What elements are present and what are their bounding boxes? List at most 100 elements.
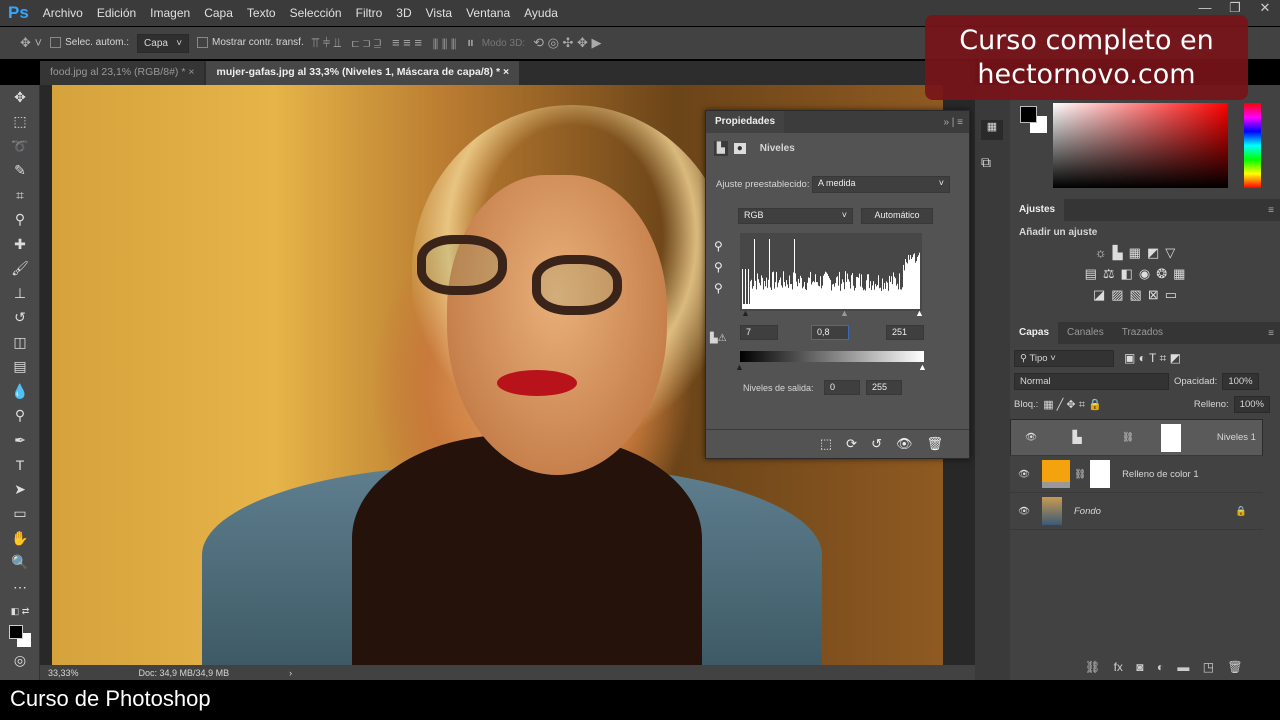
threshold-icon[interactable]: ▧ — [1130, 287, 1142, 303]
close-tab-icon[interactable]: × — [503, 66, 509, 78]
channel-dropdown[interactable]: RGB ˅ — [738, 208, 853, 224]
tab-food[interactable]: food.jpg al 23,1% (RGB/8#) * × — [40, 61, 205, 85]
auto-select-checkbox[interactable]: Selec. autom.: — [50, 37, 129, 49]
layer-mask-thumbnail[interactable] — [1161, 423, 1182, 452]
clip-to-layer-icon[interactable]: ⬚ — [820, 436, 832, 452]
3d-tools-icons[interactable]: ⟲ ◎ ✣ ✥ ▶ — [533, 35, 601, 51]
quick-mask-icon[interactable]: ◎ — [0, 649, 40, 674]
output-black-field[interactable]: 0 — [824, 380, 860, 395]
menu-ayuda[interactable]: Ayuda — [524, 6, 558, 20]
tab-trazados[interactable]: Trazados — [1113, 322, 1172, 344]
menu-archivo[interactable]: Archivo — [43, 6, 83, 20]
posterize-icon[interactable]: ▨ — [1111, 287, 1123, 303]
menu-seleccion[interactable]: Selección — [290, 6, 342, 20]
visibility-eye-icon[interactable]: 👁 — [1010, 506, 1038, 517]
brush-tool-icon[interactable]: 🖌 — [0, 257, 40, 282]
color-balance-icon[interactable]: ⚖ — [1103, 266, 1115, 282]
selective-color-icon[interactable]: ⊠ — [1148, 287, 1159, 303]
eyedropper-icons[interactable]: ⚲ ⚲ ⚲ — [714, 236, 723, 299]
blur-icon[interactable]: 💧 — [0, 379, 40, 404]
stamp-tool-icon[interactable]: ⊥ — [0, 281, 40, 306]
brightness-icon[interactable]: ☼ — [1095, 245, 1107, 261]
collapse-icon[interactable]: » | ≡ — [943, 117, 963, 128]
vibrance-icon[interactable]: ▽ — [1165, 245, 1175, 261]
dodge-icon[interactable]: ⚲ — [0, 404, 40, 429]
lasso-tool-icon[interactable]: ➰ — [0, 134, 40, 159]
layer-row-fondo[interactable]: 👁 Fondo 🔒 — [1010, 493, 1263, 530]
blend-mode-dropdown[interactable]: Normal — [1014, 373, 1169, 390]
curves-icon[interactable]: ▦ — [1129, 245, 1141, 261]
mask-icon[interactable]: ● — [733, 143, 746, 154]
tab-capas[interactable]: Capas — [1010, 322, 1059, 344]
more-tools-icon[interactable]: ⋯ — [0, 575, 40, 600]
zoom-tool-icon[interactable]: 🔍 — [0, 551, 40, 576]
3d-panel-icon[interactable]: ▦ — [981, 120, 1003, 140]
panel-menu-icon[interactable]: ≡ — [1268, 328, 1274, 339]
auto-select-dropdown[interactable]: Capa ˅ — [137, 33, 190, 53]
path-select-icon[interactable]: ➤ — [0, 477, 40, 502]
photo-filter-icon[interactable]: ◉ — [1139, 266, 1150, 282]
menu-ventana[interactable]: Ventana — [466, 6, 510, 20]
hand-tool-icon[interactable]: ✋ — [0, 526, 40, 551]
input-white-field[interactable]: 251 — [886, 325, 924, 340]
menu-edicion[interactable]: Edición — [97, 6, 136, 20]
levels-icon[interactable]: ▙ — [1113, 245, 1123, 261]
color-picker-field[interactable] — [1053, 103, 1228, 188]
restore-button[interactable]: ❐ — [1220, 0, 1250, 16]
menu-capa[interactable]: Capa — [204, 6, 233, 20]
healing-brush-icon[interactable]: ✚ — [0, 232, 40, 257]
output-white-field[interactable]: 255 — [866, 380, 902, 395]
adjustment-icons-row-2[interactable]: ▤ ⚖ ◧ ◉ ❂ ▦ — [1050, 266, 1220, 282]
hue-slider[interactable] — [1244, 103, 1261, 188]
move-tool-icon[interactable]: ✥ — [0, 85, 40, 110]
show-transform-checkbox[interactable]: Mostrar contr. transf. — [197, 37, 304, 49]
align-icons[interactable]: ⫪ ⫩ ⫫ ⊏ ⊐ ⊒ ≡ ≡ ≡ ⫴ ⫴ ⫴ ⏸ — [312, 35, 474, 51]
menu-3d[interactable]: 3D — [396, 6, 411, 20]
move-tool-icon[interactable]: ✥ ˅ — [20, 35, 42, 51]
color-lookup-icon[interactable]: ▦ — [1173, 266, 1185, 282]
black-input-slider[interactable]: ▲ — [741, 308, 750, 318]
channel-mixer-icon[interactable]: ❂ — [1156, 266, 1167, 282]
tab-canales[interactable]: Canales — [1058, 322, 1113, 344]
menu-filtro[interactable]: Filtro — [356, 6, 383, 20]
minimize-button[interactable]: — — [1190, 0, 1220, 16]
delete-icon[interactable]: 🗑 — [926, 436, 943, 452]
color-swatches[interactable] — [1020, 106, 1050, 136]
preset-dropdown[interactable]: A medida ˅ — [812, 176, 950, 193]
lock-icons[interactable]: ▦ ╱ ✥ ⌗ 🔒 — [1043, 398, 1101, 412]
pen-tool-icon[interactable]: ✒ — [0, 428, 40, 453]
close-button[interactable]: ✕ — [1250, 0, 1280, 16]
layer-mask-thumbnail[interactable] — [1090, 460, 1111, 488]
input-gamma-field[interactable]: 0,8 — [811, 325, 849, 340]
history-brush-icon[interactable]: ↺ — [0, 306, 40, 331]
clipping-warning-icon[interactable]: ▙⚠ — [710, 333, 727, 344]
status-arrow-icon[interactable]: › — [289, 668, 292, 678]
input-black-field[interactable]: 7 — [740, 325, 778, 340]
layer-filter-dropdown[interactable]: ⚲ Tipo ˅ — [1014, 350, 1114, 367]
bw-icon[interactable]: ◧ — [1121, 266, 1133, 282]
auto-button[interactable]: Automático — [861, 208, 933, 224]
layers-footer-icons[interactable]: ⛓ fx ◙ ◐ ▬ ◳ 🗑 — [1085, 660, 1243, 674]
zoom-level[interactable]: 33,33% — [48, 668, 79, 678]
layer-comps-icon[interactable]: ⧉ — [981, 154, 1010, 171]
foreground-background-colors[interactable] — [0, 624, 40, 649]
layer-row-niveles[interactable]: 👁 ▙ ⛓ Niveles 1 — [1010, 419, 1263, 456]
eraser-icon[interactable]: ◫ — [0, 330, 40, 355]
visibility-eye-icon[interactable]: 👁 — [1010, 469, 1038, 480]
adjustment-icons-row-1[interactable]: ☼ ▙ ▦ ◩ ▽ — [1050, 245, 1220, 261]
eyedropper-icon[interactable]: ⚲ — [0, 208, 40, 233]
layer-row-relleno[interactable]: 👁 ⛓ Relleno de color 1 — [1010, 456, 1263, 493]
menu-vista[interactable]: Vista — [426, 6, 452, 20]
fill-input[interactable]: 100% — [1233, 396, 1270, 413]
gamma-input-slider[interactable]: ▲ — [840, 308, 849, 318]
link-icon[interactable]: ⛓ — [1074, 469, 1086, 480]
output-white-slider[interactable]: ▲ — [918, 362, 927, 372]
marquee-tool-icon[interactable]: ⬚ — [0, 110, 40, 135]
levels-adjustment-icon[interactable]: ▙ — [714, 141, 728, 156]
view-previous-icon[interactable]: ⟳ — [846, 436, 857, 452]
color-swap-icon[interactable]: ◧ ⇄ — [0, 600, 40, 625]
white-input-slider[interactable]: ▲ — [915, 308, 924, 318]
quick-select-icon[interactable]: ✎ — [0, 159, 40, 184]
invert-icon[interactable]: ◪ — [1093, 287, 1105, 303]
adjustment-icons-row-3[interactable]: ◪ ▨ ▧ ⊠ ▭ — [1050, 287, 1220, 303]
